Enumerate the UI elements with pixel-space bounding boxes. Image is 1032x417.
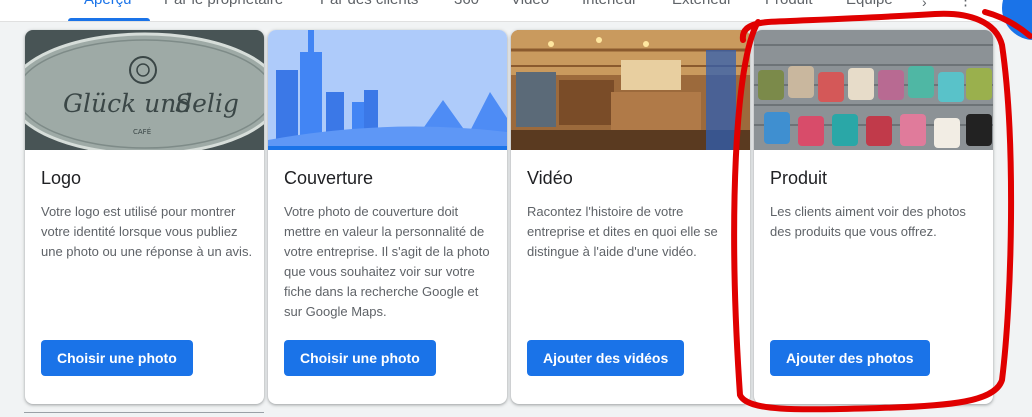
card-title: Logo — [41, 168, 82, 188]
shop-interior-photo — [511, 30, 750, 150]
card-couverture: Couverture Votre photo de couverture doi… — [268, 30, 507, 404]
tab-apercu[interactable]: Aperçu — [84, 0, 132, 8]
more-vert-icon[interactable]: ⋮ — [958, 0, 973, 9]
tab-par-des-clients[interactable]: Par des clients — [320, 0, 418, 8]
choose-cover-photo-button[interactable]: Choisir une photo — [284, 340, 436, 376]
add-photos-button[interactable]: Ajouter des photos — [770, 340, 930, 376]
card-produit: Produit Les clients aiment voir des phot… — [754, 30, 993, 404]
product-photo — [754, 30, 993, 150]
logo-photo: Glück und Selig CAFÉ — [25, 30, 264, 150]
tab-video[interactable]: Vidéo — [511, 0, 549, 8]
card-description: Racontez l'histoire de votre entreprise … — [527, 204, 718, 259]
logo-text-sub: CAFÉ — [133, 127, 151, 136]
add-videos-button[interactable]: Ajouter des vidéos — [527, 340, 685, 376]
card-description: Votre logo est utilisé pour montrer votr… — [41, 204, 253, 259]
card-video: Vidéo Racontez l'histoire de votre entre… — [511, 30, 750, 404]
floating-action-button[interactable] — [1002, 0, 1032, 40]
cover-illustration — [268, 30, 507, 150]
tab-exterieur[interactable]: Extérieur — [672, 0, 732, 8]
card-logo: Glück und Selig CAFÉ Logo Votre logo est… — [25, 30, 264, 404]
choose-logo-photo-button[interactable]: Choisir une photo — [41, 340, 193, 376]
card-title: Vidéo — [527, 168, 573, 188]
tab-interieur[interactable]: Intérieur — [582, 0, 637, 8]
logo-text-line1: Glück und — [63, 89, 192, 118]
chevron-right-icon[interactable]: › — [922, 0, 927, 10]
tab-360[interactable]: 360 — [454, 0, 479, 8]
tab-par-le-proprietaire[interactable]: Par le propriétaire — [164, 0, 283, 8]
logo-text-line2: Selig — [175, 89, 239, 118]
card-description: Les clients aiment voir des photos des p… — [770, 204, 966, 239]
active-tab-indicator — [68, 18, 150, 21]
next-row-card-edge — [24, 412, 264, 413]
card-title: Produit — [770, 168, 828, 188]
card-title: Couverture — [284, 168, 374, 188]
card-description: Votre photo de couverture doit mettre en… — [284, 204, 490, 319]
tab-equipe[interactable]: Équipe — [846, 0, 893, 8]
photo-category-tabs: Aperçu Par le propriétaire Par des clien… — [0, 0, 1032, 22]
tab-produit[interactable]: Produit — [765, 0, 813, 8]
